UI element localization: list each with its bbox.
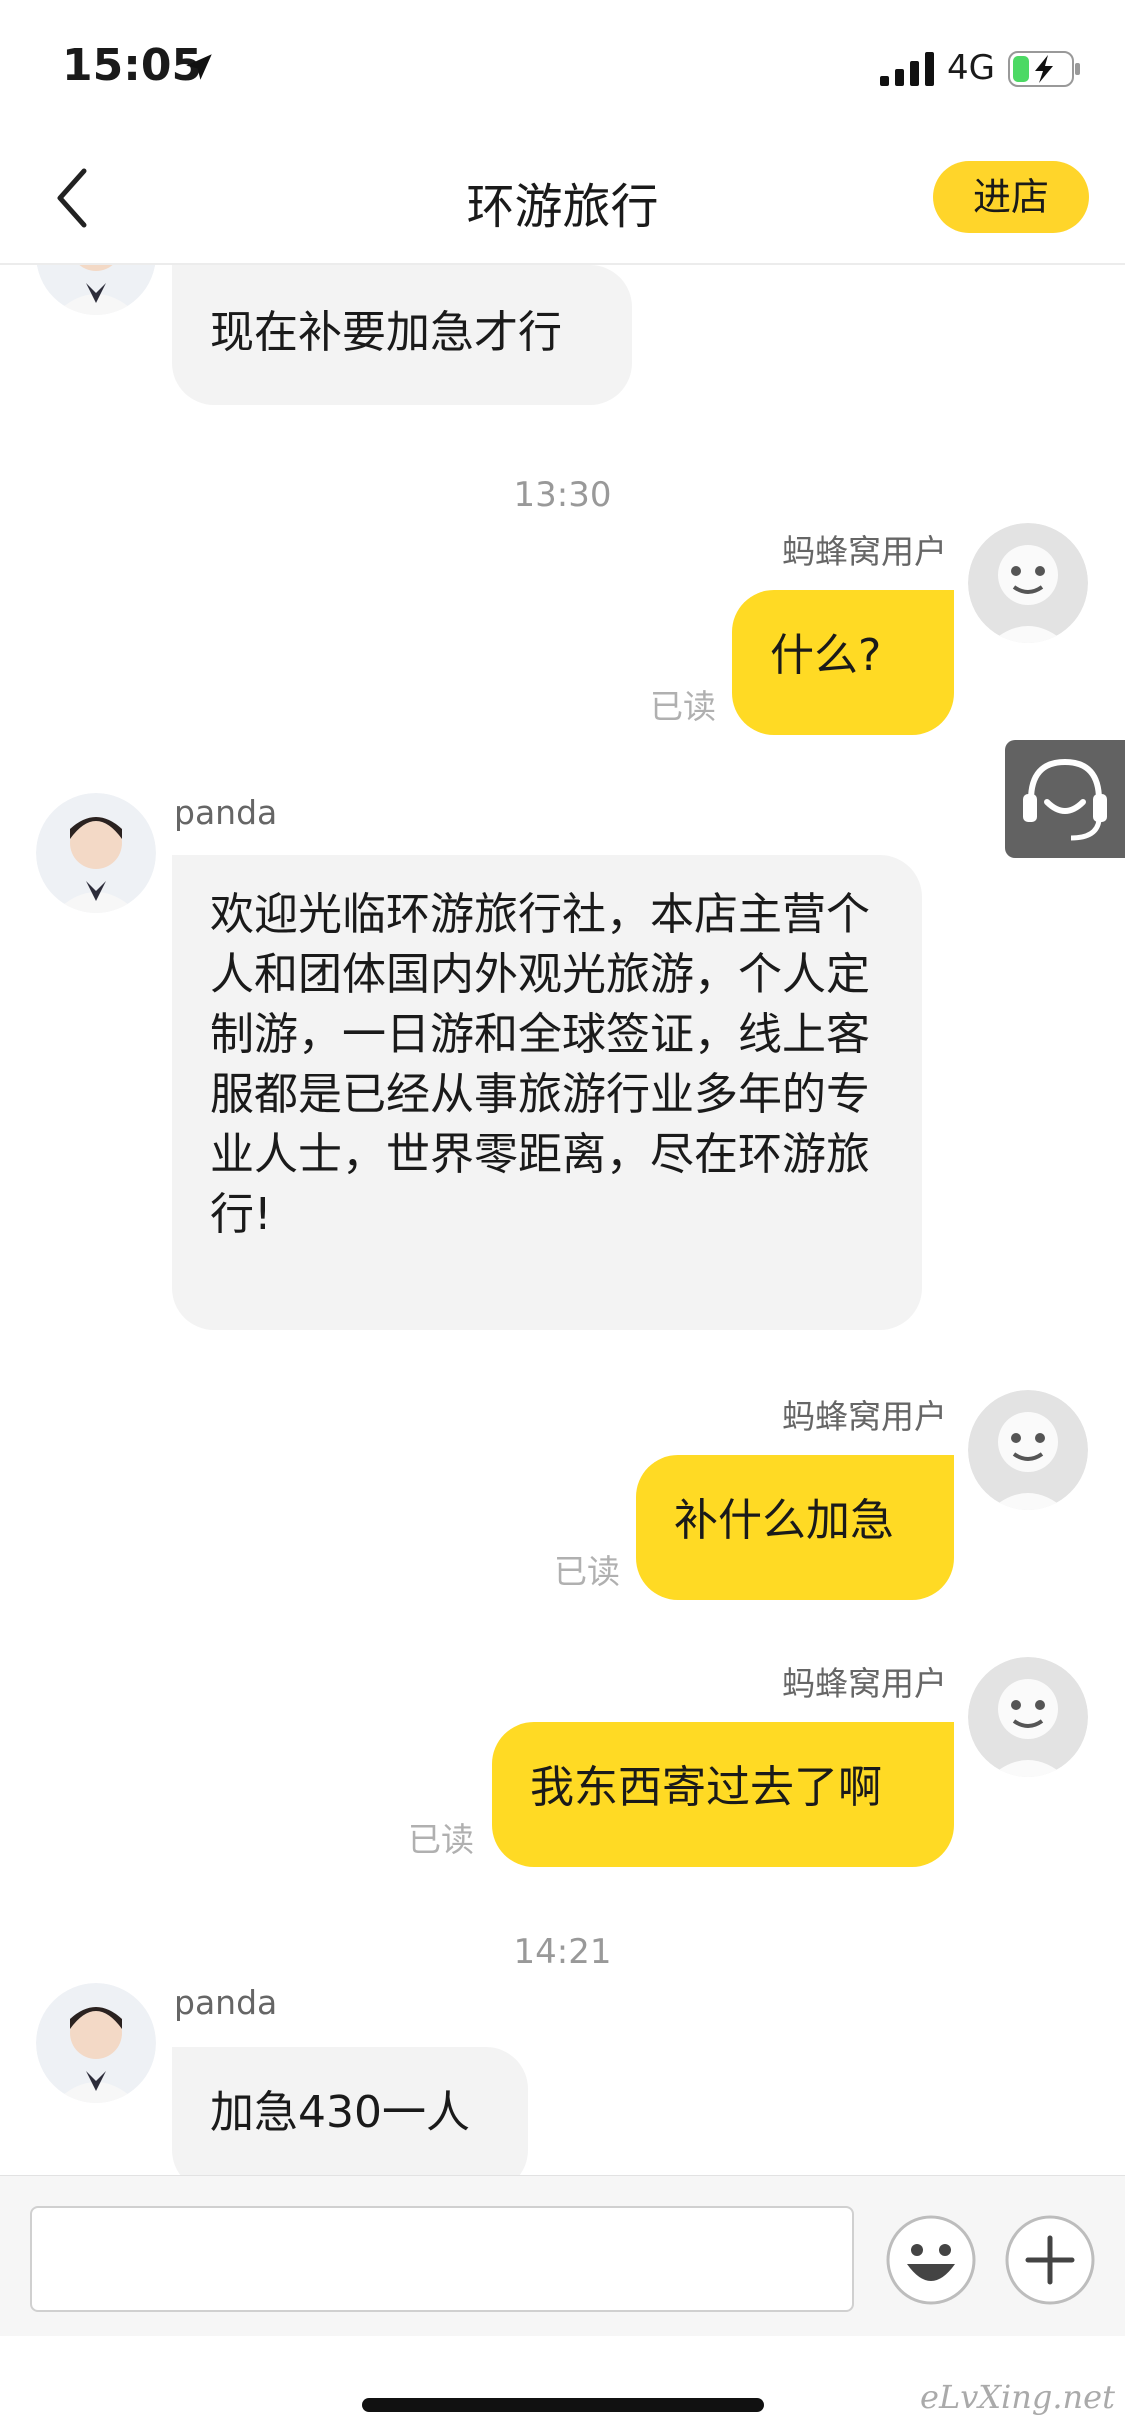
- agent-avatar[interactable]: [36, 1983, 156, 2103]
- plus-button-icon[interactable]: [1004, 2214, 1096, 2306]
- status-bar: 15:05 4G: [0, 0, 1125, 135]
- chat-header: 环游旅行 进店: [0, 135, 1125, 265]
- read-receipt: 已读: [408, 1820, 474, 1859]
- message-timestamp: 13:30: [513, 475, 612, 515]
- location-arrow-icon: [186, 54, 212, 80]
- network-type: 4G: [947, 48, 995, 88]
- sender-name: panda: [174, 793, 278, 832]
- user-avatar[interactable]: [968, 1657, 1088, 1777]
- sender-name: 蚂蜂窝用户: [782, 1397, 947, 1436]
- message-timestamp: 14:21: [513, 1932, 612, 1972]
- user-avatar[interactable]: [968, 523, 1088, 643]
- incoming-message: 欢迎光临环游旅行社，本店主营个人和团体国内外观光旅游，个人定制游，一日游和全球签…: [172, 855, 922, 1330]
- customer-service-button[interactable]: [1005, 740, 1125, 858]
- outgoing-message: 补什么加急: [636, 1455, 954, 1600]
- input-bar: [0, 2175, 1125, 2336]
- read-receipt: 已读: [554, 1552, 620, 1591]
- read-receipt: 已读: [650, 687, 716, 726]
- outgoing-message: 我东西寄过去了啊: [492, 1722, 954, 1867]
- headset-icon: [1023, 758, 1107, 841]
- agent-avatar[interactable]: [36, 265, 156, 315]
- message-input[interactable]: [30, 2206, 854, 2312]
- outgoing-message: 什么?: [732, 590, 954, 735]
- watermark: eLvXing.net: [920, 2378, 1115, 2416]
- sender-name: 蚂蜂窝用户: [782, 532, 947, 571]
- battery-charging-icon: [1008, 51, 1080, 87]
- user-avatar[interactable]: [968, 1390, 1088, 1510]
- incoming-message: 现在补要加急才行: [172, 265, 632, 405]
- signal-strength-icon: [880, 52, 934, 86]
- agent-avatar[interactable]: [36, 793, 156, 913]
- sender-name: panda: [174, 1983, 278, 2022]
- message-list[interactable]: 现在补要加急才行 13:30 蚂蜂窝用户 已读 什么? panda 欢迎光临环游…: [0, 265, 1125, 2175]
- sender-name: 蚂蜂窝用户: [782, 1664, 947, 1703]
- enter-shop-button[interactable]: 进店: [933, 161, 1089, 233]
- incoming-message: 加急430一人: [172, 2047, 528, 2175]
- emoji-button-icon[interactable]: [885, 2214, 977, 2306]
- home-indicator[interactable]: [362, 2398, 764, 2412]
